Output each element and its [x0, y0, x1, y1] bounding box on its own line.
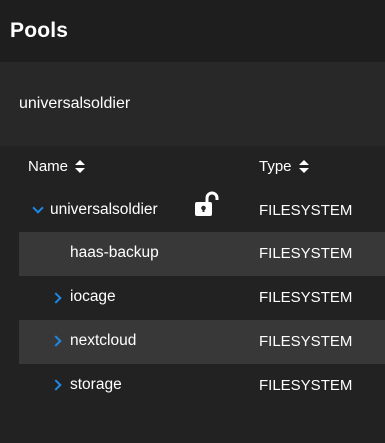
table-row[interactable]: iocage FILESYSTEM [19, 276, 385, 320]
chevron-down-icon[interactable] [32, 202, 44, 214]
dataset-type: FILESYSTEM [259, 333, 353, 350]
dataset-name: universalsoldier [50, 201, 158, 218]
chevron-right-icon[interactable] [50, 335, 62, 347]
dataset-name: haas-backup [70, 244, 159, 261]
sort-icon[interactable] [298, 159, 309, 174]
dataset-type: FILESYSTEM [259, 377, 353, 394]
table-row[interactable]: storage FILESYSTEM [19, 364, 385, 408]
column-header-name-label: Name [28, 158, 69, 175]
unlocked-padlock-icon[interactable] [193, 191, 221, 219]
pool-card-title: universalsoldier [19, 95, 131, 112]
dataset-name: storage [70, 376, 122, 393]
page-title: Pools [10, 19, 69, 42]
sort-icon[interactable] [75, 159, 86, 174]
dataset-type: FILESYSTEM [259, 289, 353, 306]
dataset-name: iocage [70, 288, 116, 305]
card-bottom-edge [0, 424, 385, 443]
dataset-type: FILESYSTEM [259, 245, 353, 262]
page-header: Pools [0, 0, 385, 62]
column-header-name[interactable]: Name [28, 158, 86, 175]
dataset-type: FILESYSTEM [259, 202, 353, 219]
table-row[interactable]: nextcloud FILESYSTEM [19, 320, 385, 364]
column-header-type[interactable]: Type [259, 158, 309, 175]
chevron-right-icon[interactable] [50, 379, 62, 391]
table-row[interactable]: haas-backup FILESYSTEM [19, 232, 385, 276]
column-header-type-label: Type [259, 158, 292, 175]
table-row[interactable]: universalsoldier FILESYSTEM [19, 189, 385, 233]
chevron-right-icon[interactable] [50, 292, 62, 304]
dataset-name: nextcloud [70, 332, 137, 349]
